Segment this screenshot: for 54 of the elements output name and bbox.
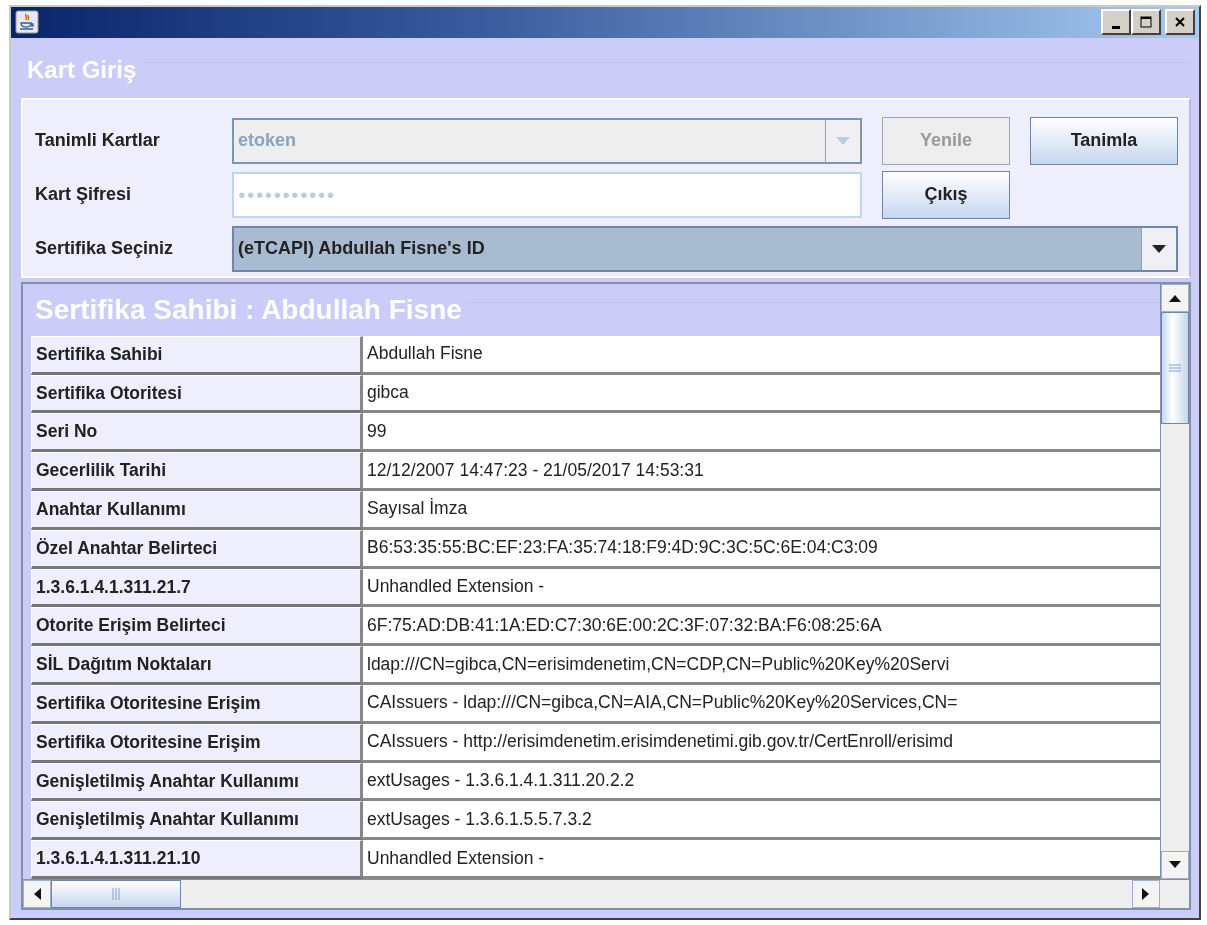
table-cell: Özel Anahtar Belirteci [31, 529, 363, 569]
table-cell: 12/12/2007 14:47:23 - 21/05/2017 14:53:31 [363, 452, 1160, 492]
close-button[interactable] [1165, 9, 1195, 36]
table-cell: Sertifika Otoritesine Erişim [31, 723, 363, 763]
vertical-scrollbar[interactable] [1160, 283, 1189, 879]
minimize-icon [1112, 25, 1120, 29]
define-button[interactable]: Tanimla [1030, 116, 1178, 165]
table-cell: extUsages - 1.3.6.1.4.1.311.20.2.2 [363, 762, 1160, 802]
field-label: Kart Şifresi [35, 184, 133, 206]
table-cell: CAIssuers - ldap:///CN=gibca,CN=AIA,CN=Public%20Key%20Services,CN= [363, 685, 1160, 724]
certificate-dropdown[interactable]: (eTCAPI) Abdullah Fisne's ID [232, 225, 1178, 272]
left-arrow-icon [33, 888, 41, 900]
table-cell: Genişletilmiş Anahtar Kullanımı [31, 762, 363, 802]
scroll-right-button[interactable] [1132, 880, 1160, 908]
scroll-thumb[interactable] [51, 880, 181, 908]
maximize-button[interactable] [1131, 9, 1161, 36]
down-arrow-icon [1169, 861, 1181, 869]
table-cell: B6:53:35:55:BC:EF:23:FA:35:74:18:F9:4D:9C:3C:5C:6E:04:C3:09 [363, 529, 1160, 569]
caret-icon [835, 135, 851, 146]
table-cell: 99 [363, 413, 1160, 453]
table-cell: 1.3.6.1.4.1.311.21.10 [31, 840, 363, 879]
scroll-down-button[interactable] [1161, 851, 1189, 879]
cup-icon [15, 10, 39, 35]
caret-icon [1151, 243, 1167, 254]
table-cell: Abdullah Fisne [363, 335, 1160, 375]
table-cell: 1.3.6.1.4.1.311.21.7 [31, 568, 363, 608]
scroll-left-button[interactable] [23, 880, 51, 908]
table-cell: Genişletilmiş Anahtar Kullanımı [31, 801, 363, 841]
horizontal-scrollbar[interactable] [23, 880, 1160, 908]
scroll-up-button[interactable] [1161, 283, 1189, 312]
table-cell: Anahtar Kullanımı [31, 491, 363, 530]
table-cell: 6F:75:AD:DB:41:1A:ED:C7:30:6E:00:2C:3F:07:32:BA:F6:08:25:6A [363, 607, 1160, 647]
table-cell: Sayısal İmza [363, 491, 1160, 530]
table-cell: gibca [363, 374, 1160, 414]
scroll-thumb[interactable] [1161, 311, 1189, 424]
table-cell: extUsages - 1.3.6.1.5.5.7.3.2 [363, 801, 1160, 841]
table-cell: Unhandled Extension - [363, 568, 1160, 608]
table-cell: Seri No [31, 413, 363, 453]
table-cell: Unhandled Extension - [363, 840, 1160, 879]
table-cell: CAIssuers - http://erisimdenetim.erisimdenetimi.gib.gov.tr/CertEnroll/erisimd [363, 723, 1160, 763]
table-cell: ldap:///CN=gibca,CN=erisimdenetim,CN=CDP,CN=Public%20Key%20Servi [363, 646, 1160, 685]
minimize-button[interactable] [1101, 9, 1131, 36]
table-cell: Sertifika Sahibi [31, 335, 363, 375]
table-cell: Otorite Erişim Belirteci [31, 607, 363, 647]
right-arrow-icon [1142, 888, 1150, 900]
field-label: Tanimli Kartlar [35, 130, 161, 152]
exit-button[interactable]: Çıkış [882, 170, 1010, 219]
maximize-icon [1139, 15, 1153, 30]
table-cell: Sertifika Otoritesi [31, 374, 363, 414]
field-label: Sertifika Seçiniz [35, 238, 175, 260]
table-cell: Gecerlilik Tarihi [31, 452, 363, 492]
table-cell: Sertifika Otoritesine Erişim [31, 685, 363, 724]
table-cell: SİL Dağıtım Noktaları [31, 646, 363, 685]
up-arrow-icon [1169, 293, 1181, 302]
